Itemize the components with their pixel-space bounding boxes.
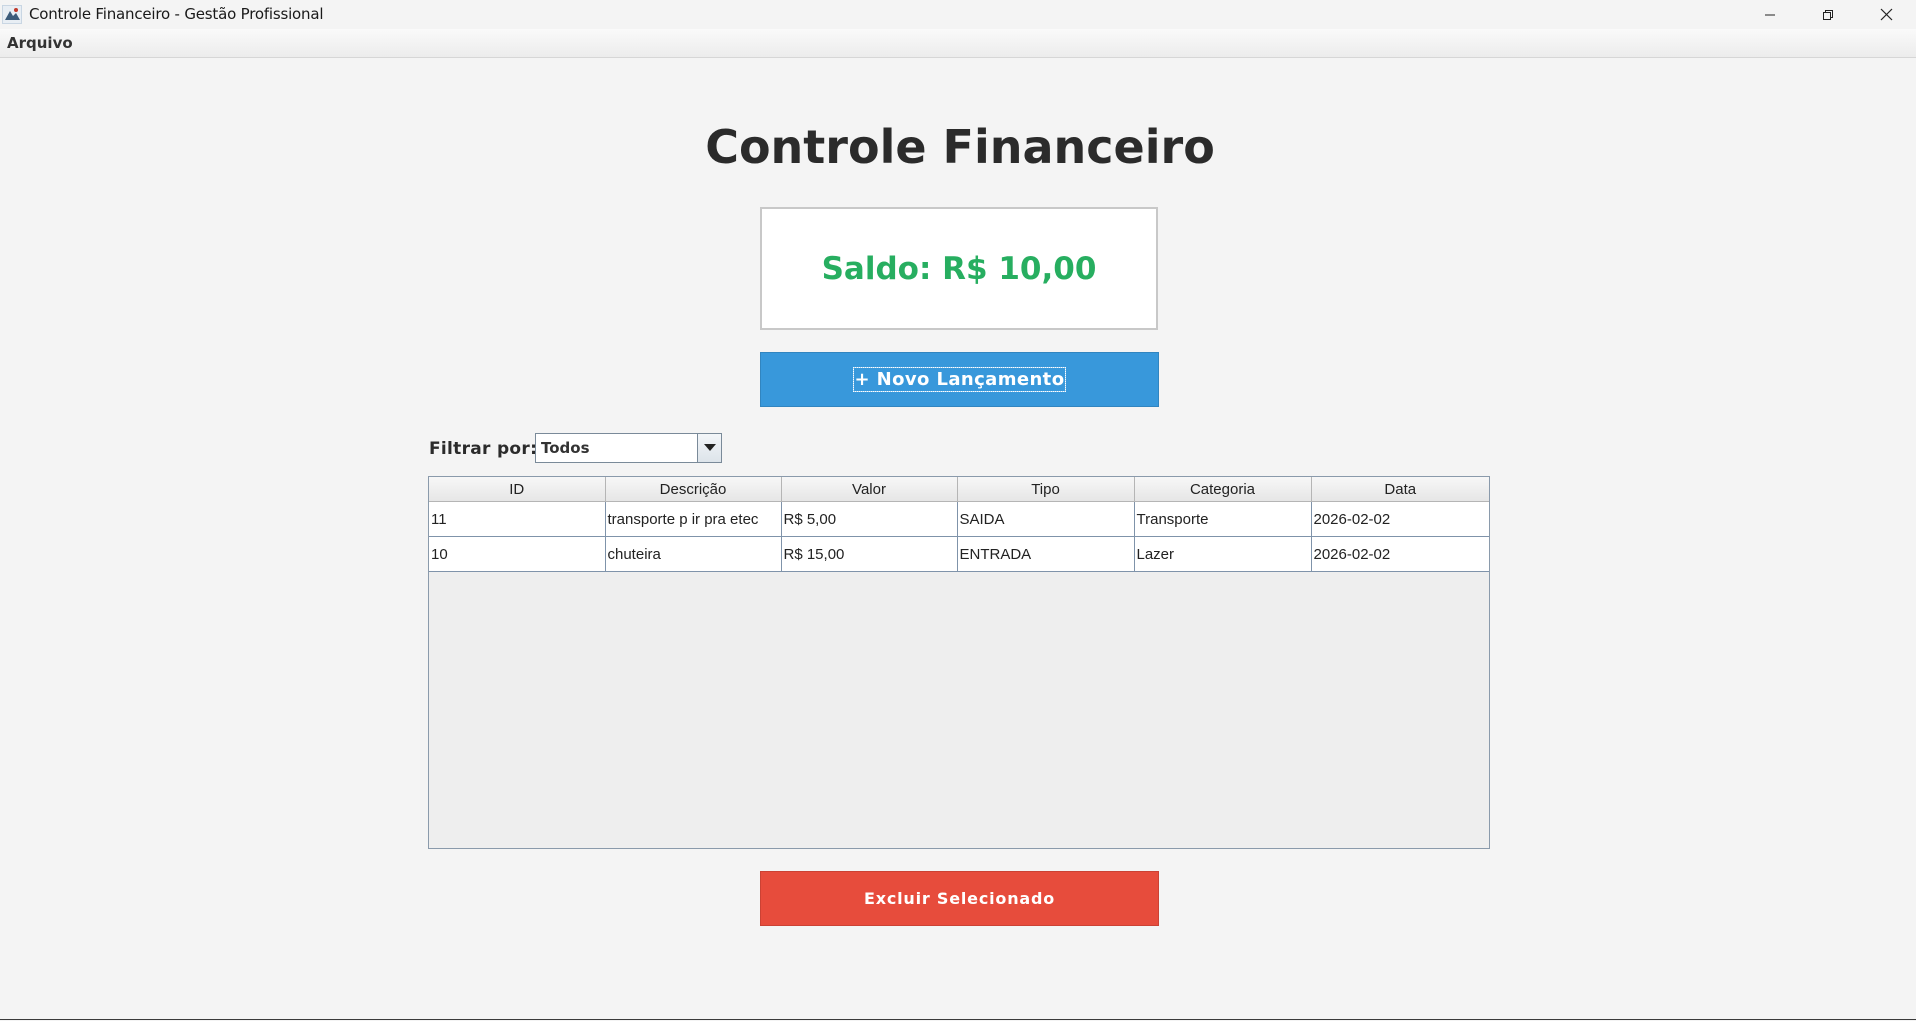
column-header-data[interactable]: Data	[1310, 477, 1489, 502]
table-header-row: ID Descrição Valor Tipo Categoria Data	[429, 477, 1489, 502]
filter-label: Filtrar por:	[429, 439, 538, 459]
cell-tipo[interactable]: ENTRADA	[956, 536, 1135, 572]
balance-label: Saldo: R$ 10,00	[821, 250, 1097, 287]
minimize-button[interactable]	[1741, 0, 1799, 29]
restore-icon	[1823, 9, 1833, 20]
page-title: Controle Financeiro	[705, 120, 1215, 174]
cell-valor[interactable]: R$ 15,00	[780, 536, 958, 572]
delete-selected-button[interactable]: Excluir Selecionado	[760, 871, 1159, 926]
balance-card: Saldo: R$ 10,00	[760, 207, 1158, 330]
cell-data[interactable]: 2026-02-02	[1310, 501, 1489, 537]
transactions-grid: ID Descrição Valor Tipo Categoria Data 1…	[429, 477, 1489, 572]
table-row[interactable]: 11 transporte p ir pra etec R$ 5,00 SAID…	[429, 501, 1489, 537]
filter-select[interactable]: Todos	[535, 433, 722, 463]
cell-categoria[interactable]: Lazer	[1133, 536, 1312, 572]
column-header-tipo[interactable]: Tipo	[956, 477, 1135, 502]
menu-arquivo[interactable]: Arquivo	[7, 34, 73, 52]
cell-id[interactable]: 10	[429, 536, 606, 572]
column-header-descricao[interactable]: Descrição	[604, 477, 782, 502]
new-entry-button-label: + Novo Lançamento	[852, 367, 1067, 392]
minimize-icon	[1765, 14, 1775, 15]
cell-data[interactable]: 2026-02-02	[1310, 536, 1489, 572]
window-title: Controle Financeiro - Gestão Profissiona…	[29, 5, 324, 23]
delete-selected-button-label: Excluir Selecionado	[863, 889, 1056, 908]
title-bar[interactable]: Controle Financeiro - Gestão Profissiona…	[0, 0, 1916, 29]
table-row[interactable]: 10 chuteira R$ 15,00 ENTRADA Lazer 2026-…	[429, 536, 1489, 572]
column-header-categoria[interactable]: Categoria	[1133, 477, 1312, 502]
maximize-button[interactable]	[1799, 0, 1857, 29]
column-header-id[interactable]: ID	[429, 477, 606, 502]
menu-bar: Arquivo	[0, 29, 1916, 58]
filter-dropdown-button[interactable]	[697, 434, 721, 462]
column-header-valor[interactable]: Valor	[780, 477, 958, 502]
cell-categoria[interactable]: Transporte	[1133, 501, 1312, 537]
cell-descricao[interactable]: transporte p ir pra etec	[604, 501, 782, 537]
filter-selected-value: Todos	[541, 439, 590, 457]
cell-valor[interactable]: R$ 5,00	[780, 501, 958, 537]
chevron-down-icon	[703, 444, 716, 451]
java-app-icon	[2, 5, 22, 24]
new-entry-button[interactable]: + Novo Lançamento	[760, 352, 1159, 407]
app-window: Controle Financeiro - Gestão Profissiona…	[0, 0, 1916, 1020]
close-icon	[1880, 8, 1892, 21]
cell-descricao[interactable]: chuteira	[604, 536, 782, 572]
transactions-table[interactable]: ID Descrição Valor Tipo Categoria Data 1…	[428, 476, 1490, 849]
cell-id[interactable]: 11	[429, 501, 606, 537]
close-button[interactable]	[1857, 0, 1915, 29]
cell-tipo[interactable]: SAIDA	[956, 501, 1135, 537]
